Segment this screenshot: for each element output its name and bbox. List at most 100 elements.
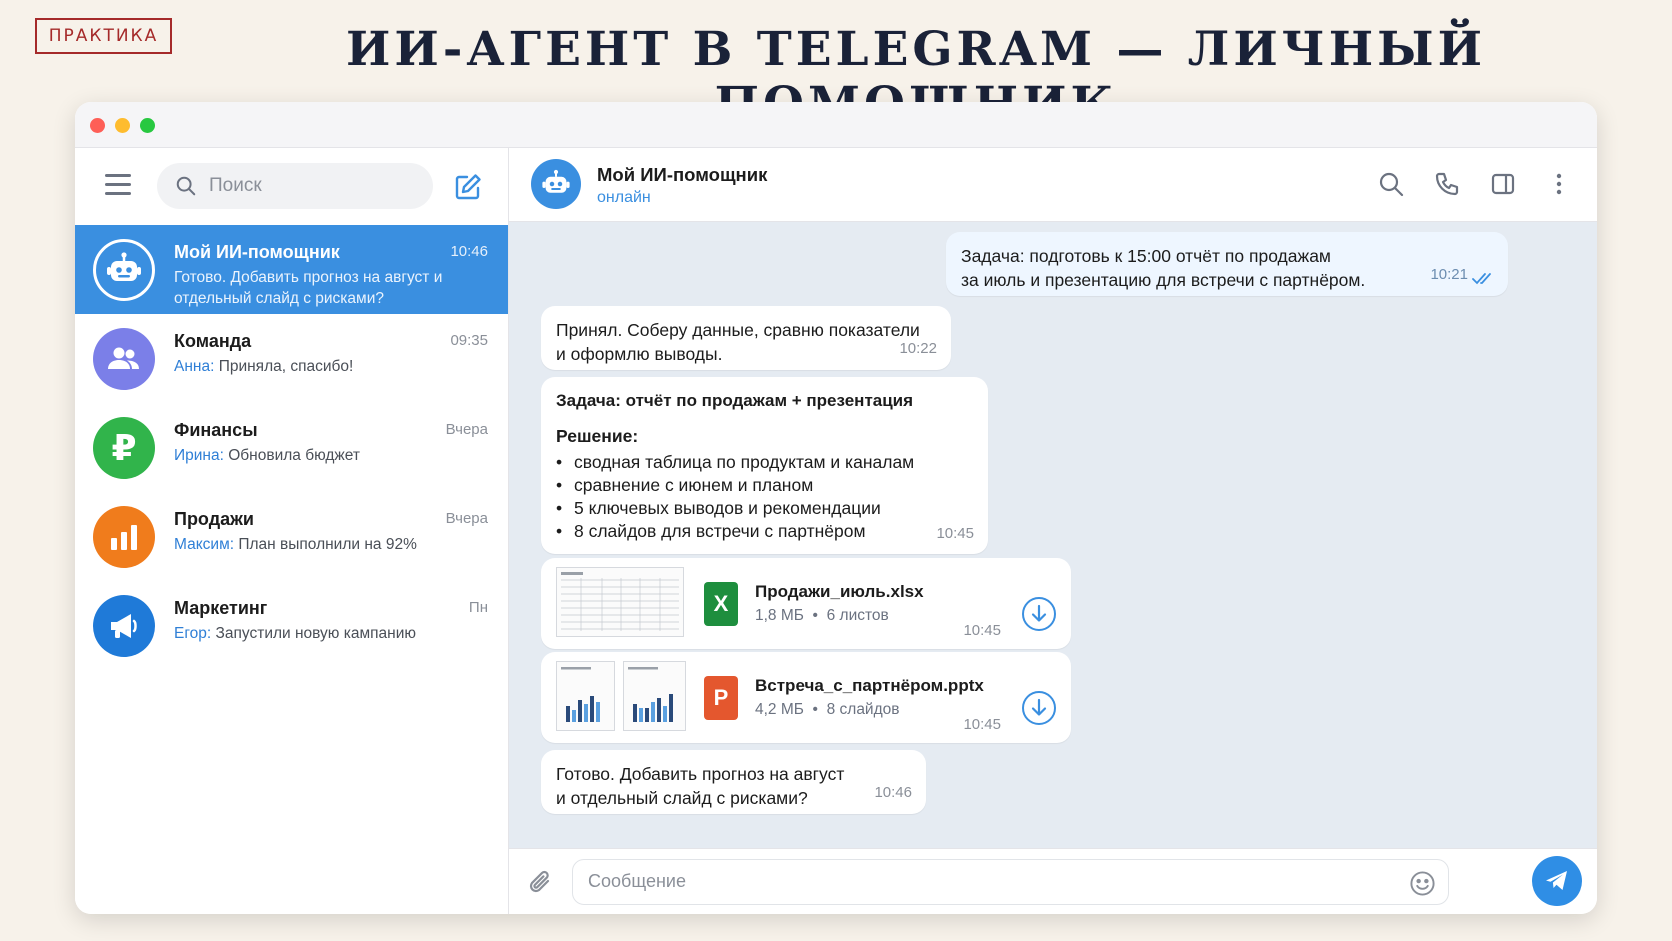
chat-time: Вчера xyxy=(445,421,488,438)
chat-sender: Анна: xyxy=(174,358,215,375)
search-icon[interactable] xyxy=(1377,170,1405,198)
message-outgoing[interactable]: Задача: подготовь к 15:00 отчёт по прода… xyxy=(946,232,1508,296)
message-time: 10:22 xyxy=(899,340,937,357)
solution-item: 5 ключевых выводов и рекомендации xyxy=(556,497,973,520)
file-detail: 8 слайдов xyxy=(826,701,900,718)
chat-item-sales[interactable]: Продажи Вчера Максим: План выполнили на … xyxy=(75,492,508,581)
chat-preview: Готово. Добавить прогноз на август и отд… xyxy=(174,269,443,307)
avatar xyxy=(93,239,155,301)
message-time: 10:21 xyxy=(1430,266,1468,283)
paperclip-icon[interactable] xyxy=(527,867,555,897)
download-icon xyxy=(1031,698,1047,716)
chat-name: Продажи xyxy=(174,509,254,529)
message-input-box[interactable] xyxy=(572,859,1449,905)
message-text: и оформлю выводы. xyxy=(556,344,723,364)
solution-list: сводная таблица по продуктам и каналам с… xyxy=(556,451,973,543)
chat-list-sidebar: Мой ИИ-помощник 10:46 Готово. Добавить п… xyxy=(75,148,509,914)
chat-preview: Максим: План выполнили на 92% xyxy=(174,534,464,555)
download-button[interactable] xyxy=(1022,597,1056,631)
telegram-window: Мой ИИ-помощник 10:46 Готово. Добавить п… xyxy=(75,102,1597,914)
chat-item-finance[interactable]: ₽ Финансы Вчера Ирина: Обновила бюджет xyxy=(75,403,508,492)
chat-sender: Егор: xyxy=(174,625,212,642)
message-incoming[interactable]: Готово. Добавить прогноз на август и отд… xyxy=(541,750,926,814)
maximize-window-button[interactable] xyxy=(140,118,155,133)
compose-icon[interactable] xyxy=(453,172,483,202)
chat-panel: Мой ИИ-помощник онлайн Задача: подготовь… xyxy=(509,148,1597,914)
robot-icon xyxy=(107,252,141,281)
chat-time: Вчера xyxy=(445,510,488,527)
slide-thumbnail xyxy=(556,661,615,731)
spreadsheet-thumbnail xyxy=(556,567,684,637)
minimize-window-button[interactable] xyxy=(115,118,130,133)
chat-time: 09:35 xyxy=(450,332,488,349)
ruble-icon: ₽ xyxy=(111,427,137,469)
chat-avatar[interactable] xyxy=(531,159,581,209)
chat-name: Мой ИИ-помощник xyxy=(174,242,340,262)
message-time: 10:45 xyxy=(963,716,1001,733)
message-text: Готово. Добавить прогноз на август xyxy=(556,764,845,784)
slide-thumbnail xyxy=(623,661,686,731)
avatar xyxy=(93,595,155,657)
chat-preview-text: План выполнили на 92% xyxy=(238,536,417,553)
message-input[interactable] xyxy=(588,871,1368,892)
read-checkmarks-icon xyxy=(1472,273,1491,285)
close-window-button[interactable] xyxy=(90,118,105,133)
message-text: за июль и презентацию для встречи с парт… xyxy=(961,270,1366,290)
chat-preview-text: Приняла, спасибо! xyxy=(218,358,354,375)
search-icon xyxy=(176,176,196,196)
avatar: ₽ xyxy=(93,417,155,479)
chat-item-team[interactable]: Команда 09:35 Анна: Приняла, спасибо! xyxy=(75,314,508,403)
solution-item: 8 слайдов для встречи с партнёром xyxy=(556,520,973,543)
solution-item: сравнение с июнем и планом xyxy=(556,474,973,497)
chat-header-actions xyxy=(1377,170,1573,198)
megaphone-icon xyxy=(111,614,137,638)
send-button[interactable] xyxy=(1532,856,1582,906)
file-size: 4,2 МБ xyxy=(755,701,804,718)
powerpoint-file-icon: P xyxy=(704,676,738,720)
chat-name: Финансы xyxy=(174,420,258,440)
message-composer xyxy=(509,848,1597,914)
message-solution-label: Решение: xyxy=(556,426,639,446)
sidebar-header xyxy=(75,148,508,225)
download-button[interactable] xyxy=(1022,691,1056,725)
search-box[interactable] xyxy=(157,163,433,209)
phone-icon[interactable] xyxy=(1433,170,1461,198)
message-time: 10:46 xyxy=(874,784,912,801)
message-incoming-solution[interactable]: Задача: отчёт по продажам + презентация … xyxy=(541,377,988,554)
chat-status: онлайн xyxy=(597,189,651,206)
file-message-xlsx[interactable]: X Продажи_июль.xlsx 1,8 МБ • 6 листов 10… xyxy=(541,558,1071,649)
file-name: Продажи_июль.xlsx xyxy=(755,582,924,601)
chat-preview: Егор: Запустили новую кампанию xyxy=(174,623,464,644)
chat-name: Команда xyxy=(174,331,252,351)
chat-title[interactable]: Мой ИИ-помощник xyxy=(597,164,767,186)
practice-tag: ПРАКТИКА xyxy=(35,18,172,54)
bar-chart-icon xyxy=(111,525,137,550)
message-text: и отдельный слайд с рисками? xyxy=(556,788,808,808)
chat-preview-text: Запустили новую кампанию xyxy=(215,625,416,642)
message-time: 10:45 xyxy=(936,525,974,542)
file-message-pptx[interactable]: P Встреча_с_партнёром.pptx 4,2 МБ • 8 сл… xyxy=(541,652,1071,743)
avatar xyxy=(93,506,155,568)
chat-sender: Ирина: xyxy=(174,447,224,464)
excel-file-icon: X xyxy=(704,582,738,626)
file-detail: 6 листов xyxy=(826,607,889,624)
chat-item-marketing[interactable]: Маркетинг Пн Егор: Запустили новую кампа… xyxy=(75,581,508,670)
message-list[interactable]: Задача: подготовь к 15:00 отчёт по прода… xyxy=(509,222,1597,848)
message-time: 10:45 xyxy=(963,622,1001,639)
sidebar-toggle-icon[interactable] xyxy=(1489,170,1517,198)
search-input[interactable] xyxy=(209,175,409,197)
download-icon xyxy=(1031,604,1047,622)
robot-icon xyxy=(542,169,570,193)
message-text: Задача: подготовь к 15:00 отчёт по прода… xyxy=(961,246,1331,266)
hamburger-menu-icon[interactable] xyxy=(105,174,131,196)
avatar xyxy=(93,328,155,390)
window-titlebar xyxy=(75,102,1597,148)
file-meta: 4,2 МБ • 8 слайдов xyxy=(755,701,900,718)
message-incoming[interactable]: Принял. Соберу данные, сравню показатели… xyxy=(541,306,951,370)
chat-item-ai-assistant[interactable]: Мой ИИ-помощник 10:46 Готово. Добавить п… xyxy=(75,225,508,314)
file-meta: 1,8 МБ • 6 листов xyxy=(755,607,889,624)
chat-name: Маркетинг xyxy=(174,598,268,618)
more-options-icon[interactable] xyxy=(1545,170,1573,198)
emoji-icon[interactable] xyxy=(1409,870,1436,897)
chat-time: Пн xyxy=(468,599,488,616)
